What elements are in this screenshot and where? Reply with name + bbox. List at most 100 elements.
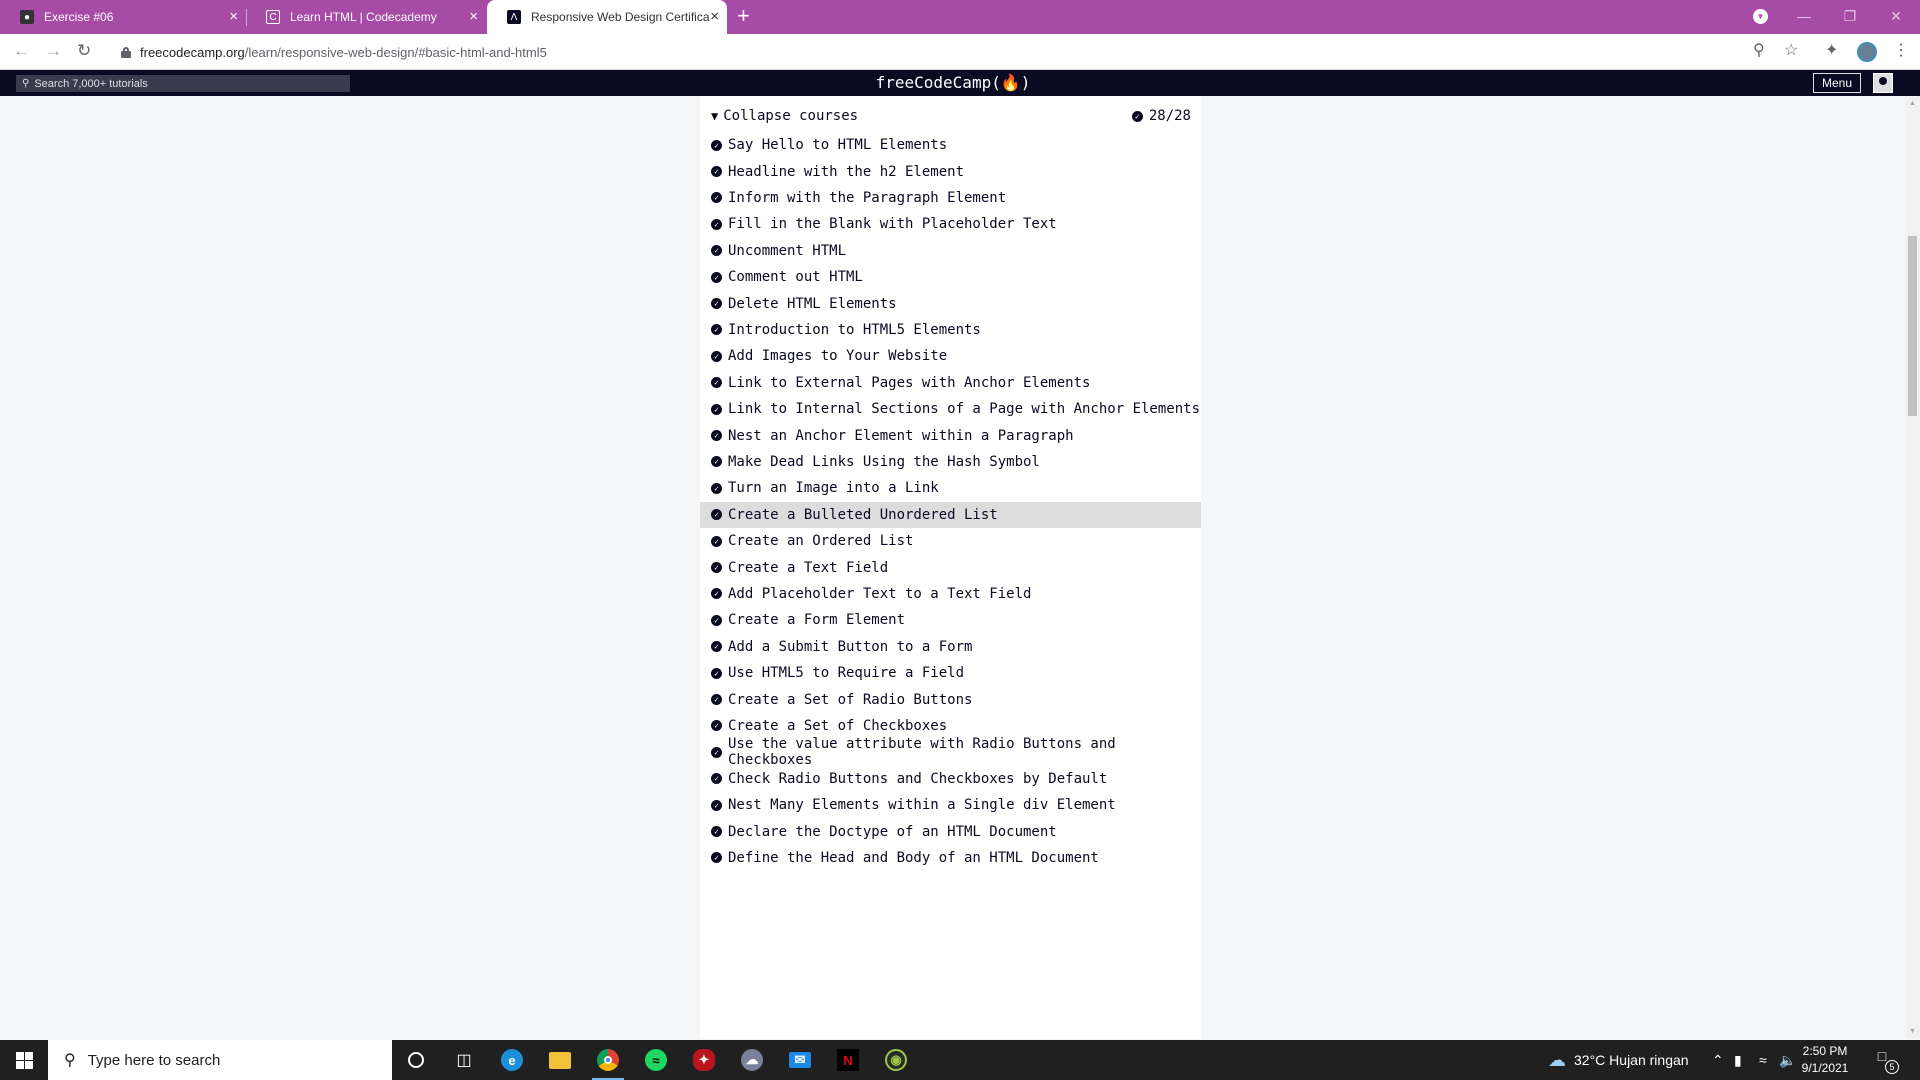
challenge-item[interactable]: ✓ Create a Set of Checkboxes bbox=[700, 713, 1201, 739]
challenge-title: Delete HTML Elements bbox=[728, 295, 897, 312]
task-view-icon[interactable]: ◫ bbox=[440, 1040, 488, 1080]
cortana-icon[interactable] bbox=[392, 1040, 440, 1080]
challenge-item[interactable]: ✓ Nest Many Elements within a Single div … bbox=[700, 792, 1201, 818]
challenge-title: Use HTML5 to Require a Field bbox=[728, 665, 965, 682]
browser-tab-exercise[interactable]: ● Exercise #06 × bbox=[0, 0, 247, 34]
restore-icon[interactable]: ❐ bbox=[1827, 0, 1873, 34]
close-icon[interactable]: × bbox=[469, 9, 478, 24]
tab-title: Responsive Web Design Certifica bbox=[531, 10, 710, 24]
check-circle-icon: ✓ bbox=[711, 588, 722, 600]
show-hidden-icons-icon[interactable]: ⌃ bbox=[1712, 1040, 1724, 1080]
challenge-item[interactable]: ✓ Make Dead Links Using the Hash Symbol bbox=[700, 449, 1201, 475]
challenge-item[interactable]: ✓ Introduction to HTML5 Elements bbox=[700, 317, 1201, 343]
challenge-item[interactable]: ✓ Delete HTML Elements bbox=[700, 290, 1201, 316]
challenge-title: Link to External Pages with Anchor Eleme… bbox=[728, 374, 1091, 391]
challenge-item[interactable]: ✓ Add Images to Your Website bbox=[700, 343, 1201, 369]
edge-icon[interactable]: e bbox=[488, 1040, 536, 1080]
weather-app-icon[interactable]: ☁ bbox=[728, 1040, 776, 1080]
collapse-courses-toggle[interactable]: ▼ Collapse courses ✓ 28/28 bbox=[700, 100, 1201, 132]
chrome-icon[interactable] bbox=[584, 1040, 632, 1080]
weather-text: 32°C Hujan ringan bbox=[1574, 1052, 1689, 1068]
challenge-title: Add Images to Your Website bbox=[728, 348, 948, 365]
address-bar[interactable]: freecodecamp.org/learn/responsive-web-de… bbox=[108, 37, 1778, 67]
spotify-icon[interactable]: ≈ bbox=[632, 1040, 680, 1080]
check-circle-icon: ✓ bbox=[711, 852, 722, 864]
scroll-thumb[interactable] bbox=[1908, 236, 1917, 416]
challenge-item[interactable]: ✓ Create a Bulleted Unordered List bbox=[700, 501, 1201, 528]
forward-icon[interactable]: → bbox=[45, 42, 62, 60]
collapse-label: Collapse courses bbox=[723, 108, 859, 124]
browser-tab-codecademy[interactable]: C Learn HTML | Codecademy × bbox=[246, 0, 486, 34]
wifi-icon[interactable]: ≈ bbox=[1759, 1040, 1767, 1080]
cloud-rain-icon: ☁ bbox=[1548, 1049, 1566, 1070]
challenge-item[interactable]: ✓ Add a Submit Button to a Form bbox=[700, 634, 1201, 660]
challenge-item[interactable]: ✓ Create an Ordered List bbox=[700, 528, 1201, 554]
check-circle-icon: ✓ bbox=[711, 826, 722, 838]
challenge-item[interactable]: ✓ Nest an Anchor Element within a Paragra… bbox=[700, 422, 1201, 448]
menu-button[interactable]: Menu bbox=[1813, 73, 1862, 93]
challenge-item[interactable]: ✓ Declare the Doctype of an HTML Document bbox=[700, 818, 1201, 844]
game-app-icon[interactable]: ✦ bbox=[680, 1040, 728, 1080]
scroll-down-arrow-icon[interactable]: ▼ bbox=[1905, 1024, 1920, 1039]
caret-down-icon: ▼ bbox=[711, 109, 719, 123]
mail-icon[interactable]: ✉ bbox=[776, 1040, 824, 1080]
challenge-item[interactable]: ✓ Use HTML5 to Require a Field bbox=[700, 660, 1201, 686]
extensions-icon[interactable]: ✦ bbox=[1825, 42, 1838, 60]
file-explorer-icon[interactable] bbox=[536, 1040, 584, 1080]
close-icon[interactable]: × bbox=[229, 9, 238, 24]
close-icon[interactable]: × bbox=[710, 9, 719, 24]
challenge-item[interactable]: ✓ Say Hello to HTML Elements bbox=[700, 132, 1201, 158]
challenge-item[interactable]: ✓ Link to External Pages with Anchor Elem… bbox=[700, 370, 1201, 396]
window-close-icon[interactable]: ✕ bbox=[1873, 0, 1919, 34]
challenge-item[interactable]: ✓ Turn an Image into a Link bbox=[700, 475, 1201, 501]
back-icon[interactable]: ← bbox=[13, 42, 30, 60]
check-circle-icon: ✓ bbox=[711, 535, 722, 547]
page-scrollbar[interactable]: ▲ ▼ bbox=[1905, 96, 1920, 1039]
challenge-title: Create a Form Element bbox=[728, 612, 906, 629]
fcc-logo[interactable]: freeCodeCamp(🔥) bbox=[0, 73, 1906, 92]
challenge-item[interactable]: ✓ Define the Head and Body of an HTML Doc… bbox=[700, 845, 1201, 871]
taskbar-search-box[interactable]: ⚲ Type here to search bbox=[48, 1040, 392, 1080]
battery-icon[interactable]: ▮ bbox=[1734, 1040, 1742, 1080]
challenge-title: Say Hello to HTML Elements bbox=[728, 137, 948, 154]
challenge-title: Nest Many Elements within a Single div E… bbox=[728, 797, 1116, 814]
new-tab-icon[interactable]: + bbox=[737, 5, 750, 27]
notification-icon[interactable]: □ 5 bbox=[1872, 1048, 1899, 1074]
challenge-title: Introduction to HTML5 Elements bbox=[728, 321, 981, 338]
browser-menu-icon[interactable]: ⋮ bbox=[1893, 42, 1909, 60]
minimize-icon[interactable]: — bbox=[1781, 0, 1827, 34]
scroll-up-arrow-icon[interactable]: ▲ bbox=[1905, 96, 1920, 111]
start-button[interactable] bbox=[0, 1040, 48, 1080]
check-circle-icon: ✓ bbox=[711, 746, 722, 758]
lock-icon bbox=[121, 46, 131, 58]
challenge-item[interactable]: ✓ Headline with the h2 Element bbox=[700, 158, 1201, 184]
bookmark-star-icon[interactable]: ☆ bbox=[1784, 42, 1798, 60]
challenge-item[interactable]: ✓ Create a Form Element bbox=[700, 607, 1201, 633]
zoom-icon[interactable]: ⚲ bbox=[1753, 42, 1765, 60]
challenge-item[interactable]: ✓ Uncomment HTML bbox=[700, 238, 1201, 264]
challenge-item[interactable]: ✓ Add Placeholder Text to a Text Field bbox=[700, 581, 1201, 607]
challenge-item[interactable]: ✓ Inform with the Paragraph Element bbox=[700, 185, 1201, 211]
profile-avatar[interactable] bbox=[1857, 42, 1877, 62]
taskbar-search-placeholder: Type here to search bbox=[87, 1051, 221, 1069]
weather-widget[interactable]: ☁ 32°C Hujan ringan bbox=[1548, 1040, 1689, 1080]
browser-tab-freecodecamp[interactable]: Λ Responsive Web Design Certifica × bbox=[487, 0, 727, 34]
user-avatar-icon[interactable] bbox=[1873, 73, 1893, 93]
challenge-item[interactable]: ✓ Use the value attribute with Radio Butt… bbox=[700, 736, 1201, 768]
challenge-item[interactable]: ✓ Check Radio Buttons and Checkboxes by D… bbox=[700, 766, 1201, 792]
challenge-item[interactable]: ✓ Fill in the Blank with Placeholder Text bbox=[700, 211, 1201, 237]
clock[interactable]: 2:50 PM 9/1/2021 bbox=[1795, 1043, 1855, 1077]
volume-icon[interactable]: 🔈 bbox=[1779, 1040, 1796, 1080]
check-circle-icon: ✓ bbox=[711, 139, 722, 151]
xbox-icon[interactable]: ◉ bbox=[872, 1040, 920, 1080]
challenge-item[interactable]: ✓ Comment out HTML bbox=[700, 264, 1201, 290]
challenge-item[interactable]: ✓ Link to Internal Sections of a Page wit… bbox=[700, 396, 1201, 422]
challenge-title: Add a Submit Button to a Form bbox=[728, 638, 973, 655]
clock-time: 2:50 PM bbox=[1802, 1044, 1848, 1058]
challenge-item[interactable]: ✓ Create a Set of Radio Buttons bbox=[700, 686, 1201, 712]
challenge-item[interactable]: ✓ Create a Text Field bbox=[700, 554, 1201, 580]
netflix-icon[interactable]: N bbox=[824, 1040, 872, 1080]
tab-search-icon[interactable]: ▼ bbox=[1753, 9, 1768, 24]
url-text: freecodecamp.org/learn/responsive-web-de… bbox=[140, 44, 547, 60]
reload-icon[interactable]: ↻ bbox=[77, 42, 91, 60]
